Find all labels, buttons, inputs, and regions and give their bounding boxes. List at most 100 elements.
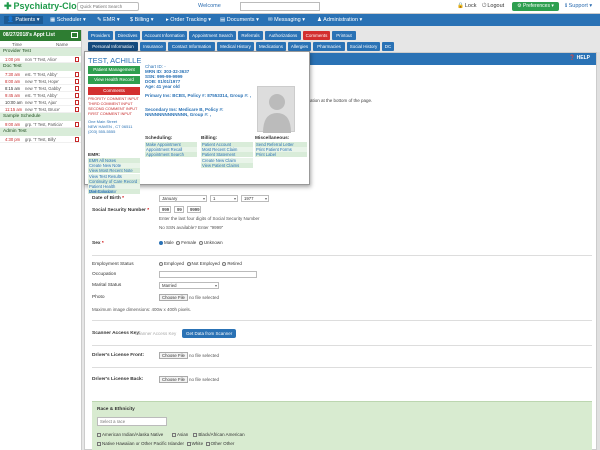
sex-label: Sex * [92, 241, 104, 246]
tab-printout[interactable]: Printout [332, 31, 356, 40]
appt-row[interactable]: 8:15 amnew 'T Test, Gabby' [0, 85, 81, 92]
nav-administration[interactable]: ♟ Administration ▾ [317, 16, 362, 24]
race-american-indian-checkbox[interactable]: American Indian/Alaska Native [97, 432, 163, 437]
comment-second: SECOND COMMENT INPUT [88, 107, 137, 111]
welcome-text: Welcome [198, 3, 221, 9]
billing-link[interactable]: View Patient Claims [201, 163, 253, 168]
tab-pharmacies[interactable]: Pharmacies [313, 42, 345, 51]
not-employed-radio[interactable]: Not Employed [187, 261, 220, 266]
occupation-input[interactable] [159, 271, 257, 278]
comments-button[interactable]: Comments [88, 87, 140, 95]
tab-contact-information[interactable]: Contact Information [168, 42, 215, 51]
lock-icon: 🔒 [457, 3, 464, 9]
dob-day-value: 1 [213, 196, 215, 201]
tab-allergies[interactable]: Allergies [288, 42, 311, 51]
dob-label-text: Date of Birth [92, 196, 121, 201]
dl-back-choose-file-button[interactable]: Choose File [159, 376, 188, 383]
appt-list-header: 08/27/2018's Appt List [0, 30, 81, 41]
info-icon: ℹ [565, 3, 567, 9]
nav-patients[interactable]: 👤 Patients ▾ [4, 16, 43, 24]
tab-insurance[interactable]: Insurance [140, 42, 166, 51]
sex-unknown-radio[interactable]: Unknown [199, 240, 223, 245]
employed-radio[interactable]: Employed [159, 261, 184, 266]
emr-link[interactable]: Diet Calculator [88, 189, 140, 194]
sex-female-radio[interactable]: Female [176, 240, 196, 245]
tab-personal-information[interactable]: Personal Information [88, 42, 138, 51]
dl-front-choose-file-button[interactable]: Choose File [159, 352, 188, 359]
calendar-icon[interactable] [71, 32, 78, 38]
nav-scheduler[interactable]: ▦ Scheduler ▾ [50, 16, 86, 24]
tab-referrals[interactable]: Referrals [238, 31, 263, 40]
appt-row[interactable]: 10:00 amnew 'T Test, Ajax' [0, 99, 81, 106]
appt-row[interactable]: 9:00 amgrp. 'T Test, Particia' [0, 121, 81, 128]
nav-emr[interactable]: ✎ EMR ▾ [97, 16, 120, 24]
race-white-checkbox[interactable]: White [187, 441, 204, 446]
misc-link[interactable]: Print Label [255, 152, 307, 157]
flag-icon [75, 72, 79, 77]
tab-dc[interactable]: DC [382, 42, 394, 51]
ssn-part1-input[interactable] [159, 206, 171, 213]
race-opt-label: American Indian/Alaska Native [102, 432, 163, 437]
tab-medications[interactable]: Medications [256, 42, 286, 51]
scanner-key-value[interactable]: Scanner Access Key [135, 331, 176, 336]
tab-social-history[interactable]: Social History [347, 42, 380, 51]
race-other-checkbox[interactable]: Other Other [206, 441, 235, 446]
race-black-checkbox[interactable]: Black/African American [193, 432, 244, 437]
appt-row[interactable]: 1:00 pmnon 'T Test, Alice' [0, 56, 81, 63]
dob-year-value: 1977 [244, 196, 254, 201]
lock-link[interactable]: 🔒Lock [457, 3, 476, 9]
checkbox-icon [172, 433, 176, 437]
patient-management-button[interactable]: Patient Management [88, 66, 140, 74]
appt-group-header[interactable]: Provider Test [0, 48, 81, 56]
appt-row[interactable]: 9:45 amest. 'T Test, Abby' [0, 92, 81, 99]
race-select-input[interactable] [97, 417, 167, 426]
nav-order-tracking[interactable]: ▸ Order Tracking ▾ [166, 16, 211, 24]
preferences-button[interactable]: ⚙ Preferences ▾ [512, 2, 559, 11]
marital-select[interactable]: Married▾ [159, 282, 219, 289]
appt-group-header[interactable]: Doc Test [0, 63, 81, 71]
appt-group-header[interactable]: Admin Test [0, 128, 81, 136]
photo-choose-file-button[interactable]: Choose File [159, 294, 188, 301]
employment-radio-group: Employed Not Employed Retired [159, 261, 242, 266]
appt-time: 9:00 am [5, 121, 20, 128]
nav-documents[interactable]: ▤ Documents ▾ [220, 16, 259, 24]
appt-row[interactable]: 7:30 amest. 'T Test, Abby' [0, 71, 81, 78]
marital-value: Married [162, 283, 177, 288]
emr-link[interactable]: View Most Recent Note [88, 168, 140, 173]
race-native-hawaiian-checkbox[interactable]: Native Hawaiian or Other Pacific Islande… [97, 441, 184, 446]
race-asian-checkbox[interactable]: Asian [172, 432, 188, 437]
ssn-part2-input[interactable] [174, 206, 184, 213]
nav-billing[interactable]: $ Billing ▾ [130, 16, 154, 24]
ssn-part3-input[interactable] [187, 206, 201, 213]
appt-row[interactable]: 11:15 amnew 'T Test, Bruce' [0, 106, 81, 113]
tab-account-information[interactable]: Account Information [142, 31, 187, 40]
view-health-record-button[interactable]: View Health Record [88, 76, 140, 84]
dob-year-select[interactable]: 1977▾ [241, 195, 269, 202]
scheduling-link[interactable]: Appointment Search [145, 152, 197, 157]
app-logo[interactable]: ✚Psychiatry-Cloud [4, 1, 88, 12]
quick-patient-search-input[interactable] [77, 2, 139, 11]
logout-link[interactable]: ⏻Logout [482, 3, 504, 10]
race-opt-label: Black/African American [198, 432, 244, 437]
tab-providers[interactable]: Providers [88, 31, 113, 40]
user-name-box [240, 2, 320, 11]
appt-row[interactable]: 4:30 pmgrp. 'T Test, Billy' [0, 136, 81, 143]
support-link[interactable]: ℹ Support ▾ [565, 3, 592, 9]
tab-authorizations[interactable]: Authorizations [265, 31, 301, 40]
required-marker: * [147, 208, 149, 213]
dob-day-select[interactable]: 1▾ [210, 195, 238, 202]
appt-row[interactable]: 8:00 amnew 'T Test, Hope' [0, 78, 81, 85]
help-link[interactable]: ❓ HELP [569, 55, 590, 61]
checkbox-icon [97, 433, 101, 437]
tab-directives[interactable]: Directives [115, 31, 140, 40]
sex-male-radio[interactable]: Male [159, 240, 174, 245]
dob-month-select[interactable]: January▾ [159, 195, 207, 202]
nav-messaging[interactable]: ✉ Messaging ▾ [268, 16, 305, 24]
tab-appointment-search[interactable]: Appointment Search [189, 31, 236, 40]
retired-radio[interactable]: Retired [222, 261, 242, 266]
tab-medical-history[interactable]: Medical History [217, 42, 254, 51]
appt-group-header[interactable]: Sample Schedule [0, 113, 81, 121]
tab-comments[interactable]: Comments [303, 31, 330, 40]
appt-patient-name: new 'T Test, Gabby' [25, 85, 61, 92]
get-data-from-scanner-button[interactable]: Get Data from Scanner [182, 329, 236, 338]
